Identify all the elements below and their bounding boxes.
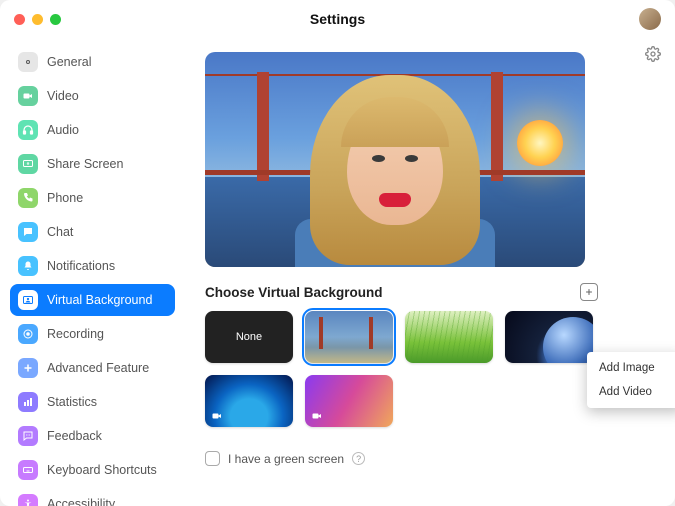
green-screen-label: I have a green screen: [228, 452, 344, 466]
sidebar-item-label: Advanced Feature: [47, 361, 149, 375]
sidebar-item-label: Phone: [47, 191, 83, 205]
sidebar-item-label: Audio: [47, 123, 79, 137]
sidebar-item-label: Video: [47, 89, 79, 103]
sidebar-item-statistics[interactable]: Statistics: [10, 386, 175, 418]
share-screen-icon: [18, 154, 38, 174]
minimize-window-button[interactable]: [32, 14, 43, 25]
sidebar-item-general[interactable]: General: [10, 46, 175, 78]
window-controls: [14, 14, 61, 25]
sidebar-item-label: Virtual Background: [47, 293, 152, 307]
sidebar-item-keyboard-shortcuts[interactable]: Keyboard Shortcuts: [10, 454, 175, 486]
sidebar-item-notifications[interactable]: Notifications: [10, 250, 175, 282]
menu-item-add-image[interactable]: Add Image: [587, 356, 675, 380]
settings-window: Settings General Video Audio Share Scree…: [0, 0, 675, 506]
sidebar-item-label: General: [47, 55, 91, 69]
plus-icon: [18, 358, 38, 378]
add-background-menu: Add Image Add Video: [587, 352, 675, 408]
gear-icon: [18, 52, 38, 72]
bg-thumb-none[interactable]: None: [205, 311, 293, 363]
sidebar-item-label: Chat: [47, 225, 73, 239]
bg-thumb-label: None: [236, 331, 262, 343]
video-indicator-icon: [211, 410, 223, 422]
sidebar-item-virtual-background[interactable]: Virtual Background: [10, 284, 175, 316]
accessibility-icon: [18, 494, 38, 506]
sidebar-item-accessibility[interactable]: Accessibility: [10, 488, 175, 506]
menu-item-add-video[interactable]: Add Video: [587, 380, 675, 404]
sidebar-item-video[interactable]: Video: [10, 80, 175, 112]
sidebar-item-label: Recording: [47, 327, 104, 341]
green-screen-checkbox[interactable]: [205, 451, 220, 466]
bg-thumb-earth-space[interactable]: [505, 311, 593, 363]
record-icon: [18, 324, 38, 344]
sidebar-item-feedback[interactable]: Feedback: [10, 420, 175, 452]
sidebar-item-label: Keyboard Shortcuts: [47, 463, 157, 477]
sidebar-item-phone[interactable]: Phone: [10, 182, 175, 214]
headphones-icon: [18, 120, 38, 140]
camera-icon: [18, 86, 38, 106]
person-card-icon: [18, 290, 38, 310]
content-body: General Video Audio Share Screen Phone C…: [0, 38, 675, 506]
bg-thumb-grass[interactable]: [405, 311, 493, 363]
window-title: Settings: [0, 11, 675, 27]
add-background-button[interactable]: [580, 283, 598, 301]
green-screen-row: I have a green screen ?: [205, 451, 645, 466]
sidebar-item-advanced-feature[interactable]: Advanced Feature: [10, 352, 175, 384]
stats-icon: [18, 392, 38, 412]
phone-icon: [18, 188, 38, 208]
main-panel: Choose Virtual Background None: [185, 38, 675, 506]
video-preview: [205, 52, 585, 267]
help-icon[interactable]: ?: [352, 452, 365, 465]
sidebar-item-label: Statistics: [47, 395, 97, 409]
settings-sidebar: General Video Audio Share Screen Phone C…: [0, 38, 185, 506]
user-avatar[interactable]: [639, 8, 661, 30]
bg-thumb-gradient-video[interactable]: [305, 375, 393, 427]
sidebar-item-label: Accessibility: [47, 497, 115, 506]
sidebar-item-share-screen[interactable]: Share Screen: [10, 148, 175, 180]
sidebar-item-recording[interactable]: Recording: [10, 318, 175, 350]
chat-icon: [18, 222, 38, 242]
titlebar: Settings: [0, 0, 675, 38]
bg-thumb-bridge[interactable]: [305, 311, 393, 363]
sidebar-item-label: Share Screen: [47, 157, 123, 171]
section-header: Choose Virtual Background: [205, 283, 598, 301]
bell-icon: [18, 256, 38, 276]
bg-thumb-aurora-video[interactable]: [205, 375, 293, 427]
sidebar-item-label: Notifications: [47, 259, 115, 273]
sidebar-item-audio[interactable]: Audio: [10, 114, 175, 146]
fullscreen-window-button[interactable]: [50, 14, 61, 25]
feedback-icon: [18, 426, 38, 446]
section-title: Choose Virtual Background: [205, 285, 383, 300]
keyboard-icon: [18, 460, 38, 480]
sidebar-item-chat[interactable]: Chat: [10, 216, 175, 248]
sidebar-item-label: Feedback: [47, 429, 102, 443]
video-indicator-icon: [311, 410, 323, 422]
background-thumbnails: None: [205, 311, 610, 427]
close-window-button[interactable]: [14, 14, 25, 25]
